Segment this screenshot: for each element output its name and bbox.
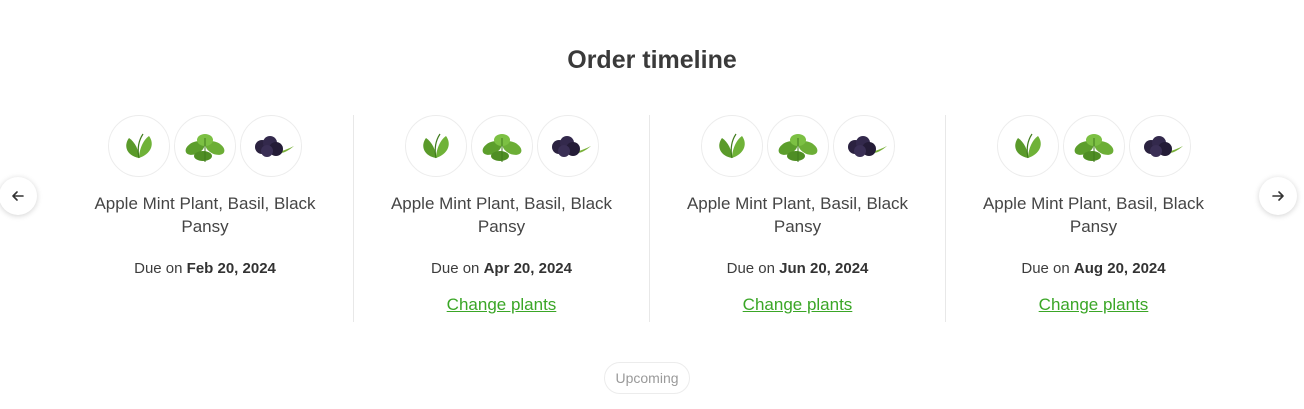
basil-leaf-icon <box>185 134 225 162</box>
mint-leaf-icon <box>718 133 745 159</box>
plant-thumbnails <box>57 115 353 177</box>
plant-names: Apple Mint Plant, Basil, Black Pansy <box>94 194 316 236</box>
change-plants-link[interactable]: Change plants <box>354 295 649 315</box>
basil-thumbnail <box>1062 115 1125 177</box>
timeline-card: Apple Mint Plant, Basil, Black Pansy Due… <box>945 115 1241 322</box>
basil-thumbnail <box>470 115 533 177</box>
plant-thumbnails <box>650 115 945 177</box>
plant-names: Apple Mint Plant, Basil, Black Pansy <box>686 194 909 236</box>
pansy-thumbnail <box>240 115 302 177</box>
mint-leaf-icon <box>126 133 152 159</box>
timeline-card: Apple Mint Plant, Basil, Black Pansy Due… <box>57 115 353 322</box>
due-date: Aug 20, 2024 <box>1073 260 1166 277</box>
plant-thumbnails <box>354 115 649 177</box>
mint-thumbnail <box>108 115 170 177</box>
arrow-left-icon <box>12 191 24 201</box>
timeline-card: Apple Mint Plant, Basil, Black Pansy Due… <box>353 115 649 322</box>
pansy-thumbnail <box>1128 115 1191 177</box>
black-pansy-icon <box>1143 136 1183 157</box>
pansy-thumbnail <box>832 115 895 177</box>
basil-leaf-icon <box>778 134 817 162</box>
change-plants-link[interactable]: Change plants <box>650 295 945 315</box>
black-pansy-icon <box>255 136 294 157</box>
due-date: Jun 20, 2024 <box>779 260 869 277</box>
plant-names: Apple Mint Plant, Basil, Black Pansy <box>390 194 613 236</box>
mint-leaf-icon <box>1014 133 1041 159</box>
mint-thumbnail <box>996 115 1059 177</box>
due-date: Apr 20, 2024 <box>483 260 572 277</box>
plant-names: Apple Mint Plant, Basil, Black Pansy <box>982 194 1205 236</box>
mint-leaf-icon <box>422 133 449 159</box>
due-date-line: Due on Apr 20, 2024 <box>354 260 649 277</box>
previous-button[interactable] <box>0 177 37 215</box>
mint-thumbnail <box>700 115 763 177</box>
page-title: Order timeline <box>567 46 737 74</box>
arrow-right-icon <box>1272 191 1284 201</box>
next-button[interactable] <box>1259 177 1297 215</box>
status-badge: Upcoming <box>604 362 690 394</box>
due-prefix: Due on <box>1021 260 1070 277</box>
due-date-line: Due on Feb 20, 2024 <box>57 260 353 277</box>
basil-leaf-icon <box>1074 134 1113 162</box>
timeline-card: Apple Mint Plant, Basil, Black Pansy Due… <box>649 115 945 322</box>
due-prefix: Due on <box>134 260 183 277</box>
black-pansy-icon <box>847 136 887 157</box>
basil-leaf-icon <box>482 134 521 162</box>
due-date-line: Due on Aug 20, 2024 <box>946 260 1241 277</box>
due-date: Feb 20, 2024 <box>186 260 276 277</box>
plant-thumbnails <box>946 115 1241 177</box>
change-plants-link[interactable]: Change plants <box>946 295 1241 315</box>
due-prefix: Due on <box>431 260 480 277</box>
mint-thumbnail <box>404 115 467 177</box>
due-date-line: Due on Jun 20, 2024 <box>650 260 945 277</box>
basil-thumbnail <box>766 115 829 177</box>
due-prefix: Due on <box>726 260 775 277</box>
pansy-thumbnail <box>536 115 599 177</box>
black-pansy-icon <box>551 136 591 157</box>
basil-thumbnail <box>174 115 236 177</box>
